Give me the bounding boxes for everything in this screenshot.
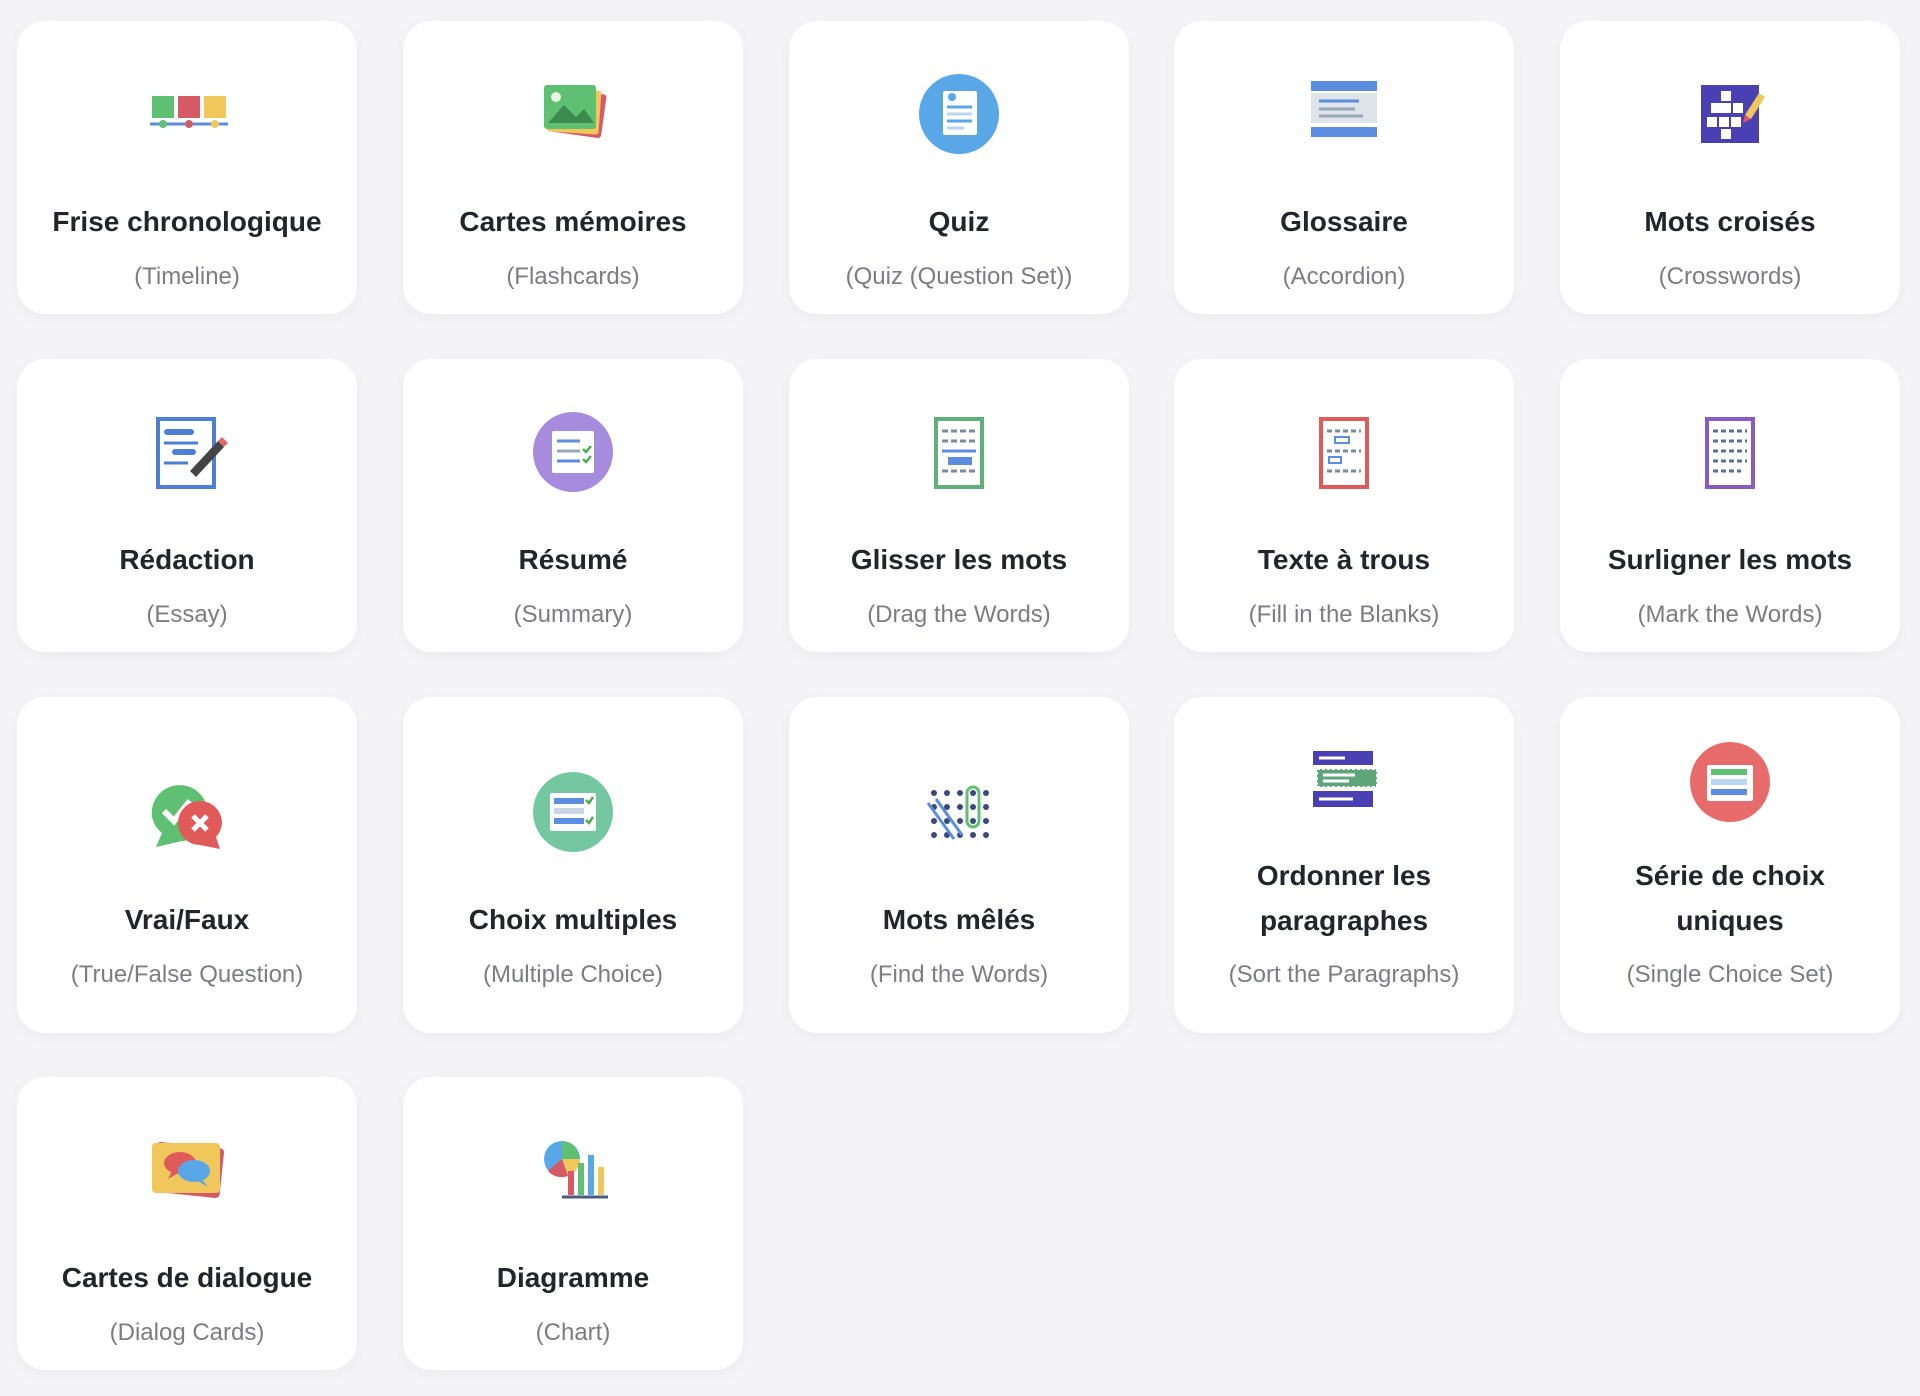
card-subtitle: (Flashcards) <box>506 263 640 290</box>
card-title: Frise chronologique <box>52 206 322 237</box>
single-choice-icon <box>1685 737 1775 827</box>
card-title: Glossaire <box>1280 206 1408 237</box>
card-title: Ordonner les paragraphes <box>1256 860 1432 936</box>
content-type-grid: Frise chronologique (Timeline) Cartes mé… <box>0 0 1920 1396</box>
timeline-icon <box>142 69 232 159</box>
card-title: Vrai/Faux <box>124 904 250 935</box>
multiple-choice-icon <box>528 767 618 857</box>
card-title: Glisser les mots <box>850 544 1068 575</box>
card-mark-words[interactable]: Surligner les mots (Mark the Words) <box>1560 359 1900 652</box>
chart-icon <box>528 1125 618 1215</box>
card-flashcards[interactable]: Cartes mémoires (Flashcards) <box>403 21 743 314</box>
sort-paragraphs-icon <box>1299 737 1389 827</box>
card-subtitle: (Drag the Words) <box>867 601 1051 628</box>
flashcards-icon <box>528 69 618 159</box>
card-essay[interactable]: Rédaction (Essay) <box>17 359 357 652</box>
mark-words-icon <box>1685 407 1775 497</box>
card-title: Cartes mémoires <box>459 206 687 237</box>
dialog-cards-icon <box>142 1125 232 1215</box>
card-summary[interactable]: Résumé (Summary) <box>403 359 743 652</box>
accordion-icon <box>1299 69 1389 159</box>
card-subtitle: (Fill in the Blanks) <box>1248 601 1440 628</box>
card-subtitle: (Quiz (Question Set)) <box>845 263 1073 290</box>
card-fill-blanks[interactable]: Texte à trous (Fill in the Blanks) <box>1174 359 1514 652</box>
card-single-choice[interactable]: Série de choix uniques (Single Choice Se… <box>1560 697 1900 1033</box>
card-sort-paragraphs[interactable]: Ordonner les paragraphes (Sort the Parag… <box>1174 697 1514 1033</box>
fill-blanks-icon <box>1299 407 1389 497</box>
card-title: Quiz <box>928 206 990 237</box>
card-subtitle: (True/False Question) <box>70 961 304 988</box>
crossword-icon <box>1685 69 1775 159</box>
card-subtitle: (Summary) <box>513 601 633 628</box>
card-title: Rédaction <box>119 544 255 575</box>
card-subtitle: (Chart) <box>535 1319 611 1346</box>
essay-icon <box>142 407 232 497</box>
summary-icon <box>528 407 618 497</box>
card-accordion[interactable]: Glossaire (Accordion) <box>1174 21 1514 314</box>
card-title: Diagramme <box>496 1262 650 1293</box>
true-false-icon <box>142 767 232 857</box>
card-subtitle: (Sort the Paragraphs) <box>1228 961 1460 988</box>
card-crosswords[interactable]: Mots croisés (Crosswords) <box>1560 21 1900 314</box>
card-subtitle: (Dialog Cards) <box>109 1319 265 1346</box>
card-dialog-cards[interactable]: Cartes de dialogue (Dialog Cards) <box>17 1077 357 1370</box>
drag-words-icon <box>914 407 1004 497</box>
card-quiz[interactable]: Quiz (Quiz (Question Set)) <box>789 21 1129 314</box>
card-true-false[interactable]: Vrai/Faux (True/False Question) <box>17 697 357 1033</box>
card-subtitle: (Find the Words) <box>869 961 1049 988</box>
card-title: Choix multiples <box>468 904 678 935</box>
find-words-icon <box>914 767 1004 857</box>
card-chart[interactable]: Diagramme (Chart) <box>403 1077 743 1370</box>
quiz-icon <box>914 69 1004 159</box>
card-title: Texte à trous <box>1257 544 1431 575</box>
card-title: Mots mêlés <box>882 904 1036 935</box>
card-subtitle: (Timeline) <box>134 263 240 290</box>
card-timeline[interactable]: Frise chronologique (Timeline) <box>17 21 357 314</box>
card-subtitle: (Mark the Words) <box>1637 601 1823 628</box>
card-find-words[interactable]: Mots mêlés (Find the Words) <box>789 697 1129 1033</box>
card-title: Cartes de dialogue <box>61 1262 313 1293</box>
card-title: Mots croisés <box>1644 206 1816 237</box>
card-title: Surligner les mots <box>1607 544 1853 575</box>
card-subtitle: (Multiple Choice) <box>482 961 664 988</box>
card-subtitle: (Single Choice Set) <box>1626 961 1834 988</box>
card-drag-words[interactable]: Glisser les mots (Drag the Words) <box>789 359 1129 652</box>
card-subtitle: (Crosswords) <box>1658 263 1802 290</box>
card-title: Résumé <box>518 544 628 575</box>
card-title: Série de choix uniques <box>1635 860 1825 936</box>
card-subtitle: (Essay) <box>146 601 228 628</box>
card-multiple-choice[interactable]: Choix multiples (Multiple Choice) <box>403 697 743 1033</box>
card-subtitle: (Accordion) <box>1282 263 1406 290</box>
